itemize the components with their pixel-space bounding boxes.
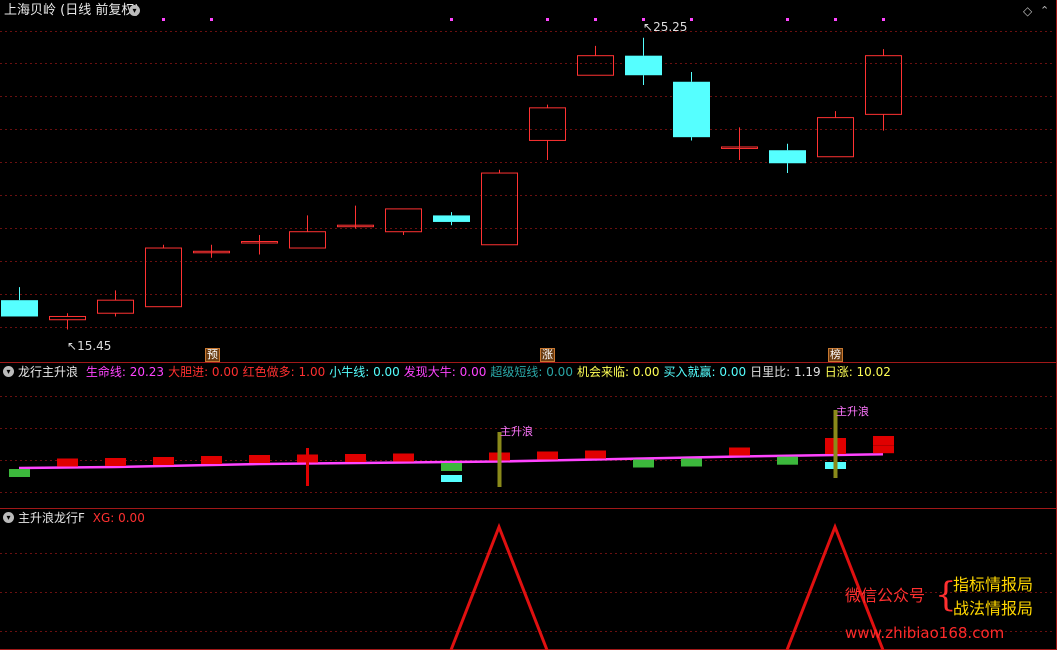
candle-body xyxy=(1,300,38,317)
candle-body xyxy=(625,55,662,76)
indicator1-item: 超级短线: 0.00 xyxy=(490,365,573,379)
signal-block xyxy=(345,454,366,462)
marker-dot xyxy=(882,18,885,21)
candle-body xyxy=(769,150,806,164)
chart-title[interactable]: 上海贝岭 (日线 前复权) xyxy=(4,4,139,18)
signal-block xyxy=(441,463,462,471)
candle-body xyxy=(145,247,182,308)
indicator1-legend[interactable]: 龙行主升浪 生命线: 20.23 大胆进: 0.00 红色做多: 1.00 小牛线: … xyxy=(18,365,895,379)
signal-block xyxy=(777,456,798,465)
top-marker-dots xyxy=(162,18,885,21)
candle-body xyxy=(97,299,134,314)
signal-block xyxy=(201,456,222,464)
watermark-line1: 指标情报局 xyxy=(953,575,1034,594)
indicator2-menu-icon[interactable]: ▾ xyxy=(3,512,14,523)
indicator1-item: 大胆进: 0.00 xyxy=(168,365,239,379)
indicator1-name: 龙行主升浪 xyxy=(18,365,79,379)
chevron-down-icon[interactable]: ▾ xyxy=(129,5,140,16)
signal-block xyxy=(393,453,414,462)
grid-lines xyxy=(0,31,1055,632)
signal-block xyxy=(249,455,270,463)
signal-block xyxy=(873,436,894,445)
signal-badge-1: 预 xyxy=(205,348,220,362)
stock-chart-canvas[interactable] xyxy=(0,0,1057,650)
candle-body xyxy=(577,55,614,76)
indicator1-item: 生命线: 20.23 xyxy=(85,365,165,379)
candle-body xyxy=(529,107,566,141)
low-price-value: 15.45 xyxy=(77,339,112,353)
signal-block xyxy=(633,459,654,468)
watermark-line2: 战法情报局 xyxy=(953,599,1034,618)
marker-dot xyxy=(690,18,693,21)
indicator1-item: 日涨: 10.02 xyxy=(824,365,891,379)
signal-badge-3: 榜 xyxy=(828,348,843,362)
signal-block xyxy=(153,457,174,465)
indicator2-xg: XG: 0.00 xyxy=(92,511,145,525)
candle-body xyxy=(433,215,470,222)
signal-block xyxy=(537,451,558,460)
watermark-url: www.zhibiao168.com xyxy=(845,624,1005,642)
indicator1-plot xyxy=(9,410,894,487)
candle-body xyxy=(49,315,86,321)
marker-dot xyxy=(162,18,165,21)
indicator2-legend[interactable]: 主升浪龙行F XG: 0.00 xyxy=(18,511,149,525)
indicator1-item: 机会来临: 0.00 xyxy=(576,365,660,379)
chevron-up-icon[interactable]: ⌃ xyxy=(1040,4,1049,18)
marker-dot xyxy=(834,18,837,21)
signal-block xyxy=(873,445,894,454)
signal-block xyxy=(57,458,78,467)
high-price-label: ↖25.25 xyxy=(643,20,688,34)
candlesticks xyxy=(1,37,902,330)
diamond-icon[interactable]: ◇ xyxy=(1023,4,1032,18)
signal-block xyxy=(729,447,750,456)
signal-block xyxy=(105,458,126,466)
candle-body xyxy=(673,81,710,138)
candle-body xyxy=(289,231,326,249)
marker-dot xyxy=(450,18,453,21)
indicator1-item: 发现大牛: 0.00 xyxy=(403,365,487,379)
signal-block xyxy=(585,450,606,459)
indicator2-name: 主升浪龙行F xyxy=(18,511,85,525)
high-price-value: 25.25 xyxy=(653,20,688,34)
indicator1-menu-icon[interactable]: ▾ xyxy=(3,366,14,377)
indicator1-item: 日里比: 1.19 xyxy=(750,365,821,379)
indicator1-item: 红色做多: 1.00 xyxy=(242,365,326,379)
cyan-block xyxy=(441,475,462,482)
signal-block xyxy=(681,458,702,467)
signal-block xyxy=(9,469,30,477)
marker-dot xyxy=(594,18,597,21)
marker-dot xyxy=(210,18,213,21)
marker-dot xyxy=(786,18,789,21)
watermark-wechat: 微信公众号 xyxy=(845,586,926,605)
candle-body xyxy=(865,55,902,115)
low-price-label: ↖15.45 xyxy=(67,339,112,353)
candle-body xyxy=(817,117,854,158)
marker-dot xyxy=(546,18,549,21)
indicator1-item: 买入就赢: 0.00 xyxy=(663,365,747,379)
annotation-main-wave-1: 主升浪 xyxy=(500,425,533,438)
annotation-main-wave-2: 主升浪 xyxy=(836,405,869,418)
signal-badge-2: 涨 xyxy=(540,348,555,362)
indicator1-item: 小牛线: 0.00 xyxy=(329,365,400,379)
candle-body xyxy=(481,172,518,246)
